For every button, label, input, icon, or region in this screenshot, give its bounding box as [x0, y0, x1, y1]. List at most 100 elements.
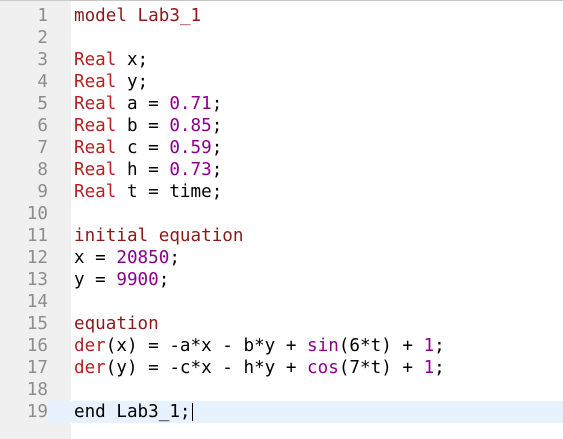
code-token: equation — [74, 314, 159, 334]
code-token: ; — [169, 248, 180, 268]
code-token: ; — [211, 116, 223, 136]
line-number: 19 — [0, 401, 48, 423]
line-number: 16 — [26, 336, 48, 356]
code-line[interactable]: 1 model Lab3_1 — [0, 5, 563, 27]
code-token: Real — [74, 94, 117, 114]
code-token: 20850 — [116, 248, 170, 268]
code-token: ; — [434, 336, 445, 356]
code-token: model Lab3_1 — [74, 6, 202, 26]
code-text[interactable]: Real t = time; — [74, 181, 222, 203]
code-token: Real — [74, 72, 117, 92]
code-token: 0.85 — [169, 116, 212, 136]
code-line[interactable]: 12 x = 20850; — [0, 247, 563, 269]
code-text[interactable]: initial equation — [74, 225, 243, 247]
code-token: Real — [74, 160, 117, 180]
code-token: (y) = -c*x - h*y + — [105, 358, 308, 378]
code-text[interactable]: der(x) = -a*x - b*y + sin(6*t) + 1; — [74, 335, 445, 357]
code-text[interactable]: Real b = 0.85; — [74, 115, 222, 137]
line-number: 18 — [26, 380, 48, 400]
code-text[interactable]: Real y; — [74, 71, 148, 93]
code-token: 0.71 — [169, 94, 212, 114]
code-token: Real — [74, 50, 117, 70]
code-text[interactable]: model Lab3_1 — [74, 5, 201, 27]
code-token: c = — [116, 138, 170, 158]
code-token: ; — [434, 358, 445, 378]
code-token: x; — [116, 50, 149, 70]
code-token: Real — [74, 138, 117, 158]
code-token: x = — [74, 248, 117, 268]
text-caret — [191, 403, 193, 421]
code-token: h = — [116, 160, 170, 180]
line-number: 10 — [26, 204, 48, 224]
code-line[interactable]: 2 — [0, 27, 563, 49]
line-number: 17 — [26, 358, 48, 378]
code-text[interactable]: der(y) = -c*x - h*y + cos(7*t) + 1; — [74, 357, 445, 379]
code-line[interactable]: 6 Real b = 0.85; — [0, 115, 563, 137]
code-token: initial equation — [74, 226, 244, 246]
code-line[interactable]: 14 — [0, 291, 563, 313]
line-number: 9 — [37, 182, 48, 202]
line-number: 14 — [26, 292, 48, 312]
code-text[interactable]: x = 20850; — [74, 247, 180, 269]
code-token: 1 — [423, 358, 435, 378]
line-number: 13 — [26, 270, 48, 290]
code-token: b = — [116, 116, 170, 136]
code-line[interactable]: 7 Real c = 0.59; — [0, 137, 563, 159]
code-line[interactable]: 10 — [0, 203, 563, 225]
code-line[interactable]: 19 end Lab3_1; — [0, 401, 563, 423]
line-number: 3 — [37, 50, 48, 70]
code-token: ; — [211, 138, 223, 158]
line-number: 15 — [26, 314, 48, 334]
code-token: ; — [211, 160, 223, 180]
code-token: 0.59 — [169, 138, 212, 158]
code-token: der — [74, 358, 106, 378]
code-line[interactable]: 16 der(x) = -a*x - b*y + sin(6*t) + 1; — [0, 335, 563, 357]
code-token: y; — [116, 72, 149, 92]
code-line[interactable]: 13 y = 9900; — [0, 269, 563, 291]
code-text[interactable]: Real c = 0.59; — [74, 137, 222, 159]
code-token: der — [74, 336, 106, 356]
code-token: (7*t) + — [338, 358, 424, 378]
code-token: Real — [74, 182, 117, 202]
code-text[interactable]: equation — [74, 313, 159, 335]
code-line[interactable]: 8 Real h = 0.73; — [0, 159, 563, 181]
code-line[interactable]: 17 der(y) = -c*x - h*y + cos(7*t) + 1; — [0, 357, 563, 379]
code-line[interactable]: 11 initial equation — [0, 225, 563, 247]
line-number: 4 — [37, 72, 48, 92]
code-line[interactable]: 3 Real x; — [0, 49, 563, 71]
code-token: ; — [211, 94, 223, 114]
code-token: y = — [74, 270, 117, 290]
code-token: Real — [74, 116, 117, 136]
code-token: 0.73 — [169, 160, 212, 180]
code-line[interactable]: 18 — [0, 379, 563, 401]
line-number: 12 — [26, 248, 48, 268]
code-text[interactable]: Real a = 0.71; — [74, 93, 222, 115]
code-line[interactable]: 15 equation — [0, 313, 563, 335]
code-token: (x) = -a*x - b*y + — [105, 336, 308, 356]
code-editor[interactable]: 1 model Lab3_1 2 3 Real x; 4 Real y; 5 Real a = … — [0, 0, 563, 439]
code-token: ; — [158, 270, 170, 290]
line-number: 11 — [26, 226, 48, 246]
code-token: a = — [116, 94, 170, 114]
code-token: 9900 — [116, 270, 159, 290]
code-token: cos — [307, 358, 339, 378]
code-text[interactable]: Real x; — [74, 49, 148, 71]
code-token: 1 — [423, 336, 435, 356]
code-token: end Lab3_1; — [74, 402, 191, 422]
code-line[interactable]: 5 Real a = 0.71; — [0, 93, 563, 115]
code-token: sin — [307, 336, 339, 356]
line-number: 1 — [37, 6, 48, 26]
line-number: 8 — [37, 160, 48, 180]
code-token: t = time; — [116, 182, 223, 202]
code-text[interactable]: Real h = 0.73; — [74, 159, 222, 181]
line-number: 7 — [37, 138, 48, 158]
code-line[interactable]: 9 Real t = time; — [0, 181, 563, 203]
code-token: (6*t) + — [338, 336, 424, 356]
line-number: 5 — [37, 94, 48, 114]
code-text[interactable]: end Lab3_1; — [74, 401, 193, 423]
code-lines[interactable]: 1 model Lab3_1 2 3 Real x; 4 Real y; 5 Real a = … — [0, 5, 563, 423]
code-line[interactable]: 4 Real y; — [0, 71, 563, 93]
code-text[interactable]: y = 9900; — [74, 269, 169, 291]
line-number: 6 — [37, 116, 48, 136]
line-number: 2 — [37, 28, 48, 48]
